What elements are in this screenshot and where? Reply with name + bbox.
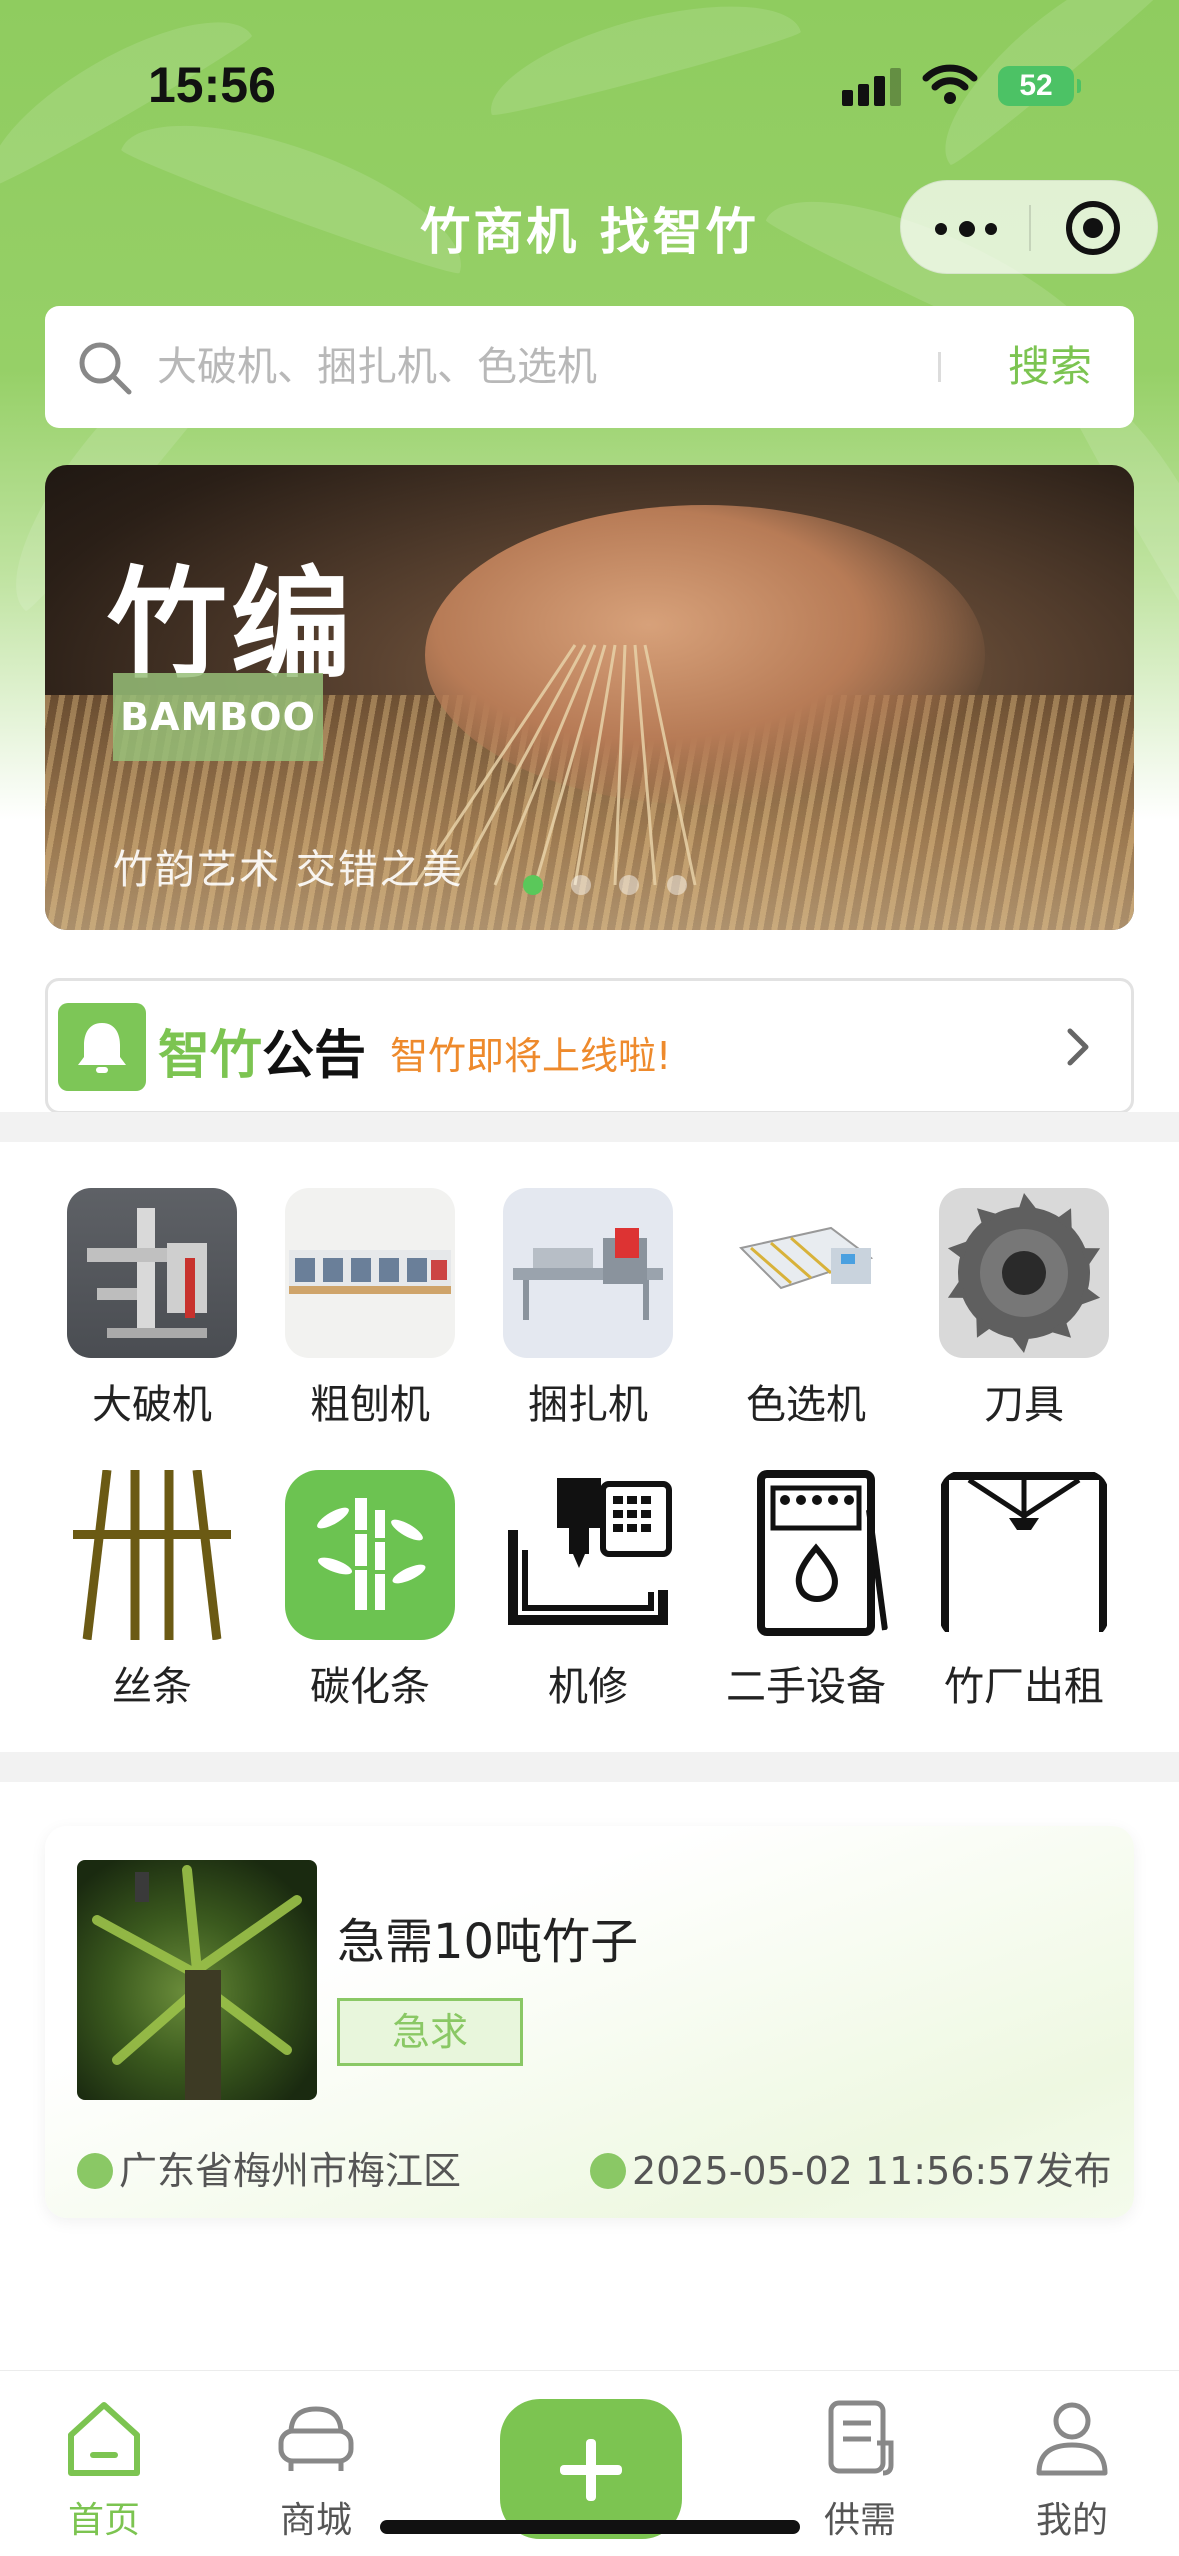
announcement-text: 智竹即将上线啦! — [390, 1034, 672, 1078]
category-label: 大破机 — [92, 1382, 212, 1428]
post-title: 急需10吨竹子 — [337, 1914, 639, 1970]
search-divider — [938, 352, 941, 382]
bundling-machine-icon — [503, 1188, 673, 1358]
carousel-dot[interactable] — [667, 875, 687, 895]
category-item[interactable]: 碳化条 — [270, 1470, 470, 1712]
tab-home[interactable]: 首页 — [24, 2393, 184, 2543]
carousel-dot[interactable] — [523, 875, 543, 895]
category-item[interactable]: 竹厂出租 — [924, 1470, 1124, 1712]
category-item[interactable]: 色选机 — [706, 1188, 906, 1430]
category-item[interactable]: 刀具 — [924, 1188, 1124, 1430]
category-item[interactable]: 机修 — [488, 1470, 688, 1712]
secondhand-equipment-icon — [721, 1470, 891, 1640]
category-item[interactable]: 丝条 — [52, 1470, 252, 1712]
user-icon — [1036, 2402, 1108, 2476]
category-item[interactable]: 大破机 — [52, 1188, 252, 1430]
post-time-text: 2025-05-02 11:56:57发布 — [632, 2149, 1112, 2193]
section-divider — [0, 1752, 1179, 1782]
category-item[interactable]: 捆扎机 — [488, 1188, 688, 1430]
rough-planer-machine-icon — [285, 1188, 455, 1358]
more-icon[interactable] — [931, 203, 1001, 253]
cnc-repair-icon — [503, 1470, 673, 1640]
bamboo-carbonized-icon — [285, 1470, 455, 1640]
category-label: 竹厂出租 — [944, 1664, 1104, 1710]
banner-carousel[interactable]: 竹编 BAMBOO 竹韵艺术 交错之美 — [45, 465, 1134, 930]
tab-label: 我的 — [1035, 2500, 1108, 2541]
chevron-right-icon — [1067, 1028, 1089, 1066]
category-item[interactable]: 二手设备 — [706, 1470, 906, 1712]
battery-level: 52 — [1019, 69, 1053, 102]
home-icon — [68, 2402, 140, 2476]
search-icon — [79, 342, 132, 395]
section-divider — [0, 1112, 1179, 1142]
home-indicator — [380, 2520, 800, 2534]
capsule-divider — [1029, 205, 1031, 251]
tab-supply-demand[interactable]: 供需 — [780, 2393, 940, 2543]
category-label: 色选机 — [746, 1382, 866, 1428]
post-location-text: 广东省梅州市梅江区 — [119, 2149, 462, 2193]
bell-icon — [58, 1003, 146, 1091]
search-input[interactable] — [157, 332, 957, 402]
tab-label: 商城 — [279, 2500, 352, 2541]
supply-demand-card[interactable]: 急需10吨竹子 急求 广东省梅州市梅江区 2025-05-02 11:56:57… — [45, 1826, 1134, 2218]
strips-icon — [67, 1470, 237, 1640]
search-bar: 搜索 — [45, 306, 1134, 428]
search-button[interactable]: 搜索 — [985, 332, 1115, 402]
banner-subtitle: 竹韵艺术 交错之美 — [113, 847, 464, 893]
category-label: 碳化条 — [310, 1664, 430, 1710]
post-time: 2025-05-02 11:56:57发布 — [590, 2140, 1112, 2195]
carousel-dot[interactable] — [571, 875, 591, 895]
post-thumbnail — [77, 1860, 317, 2100]
publish-button[interactable] — [500, 2399, 682, 2539]
category-item[interactable]: 粗刨机 — [270, 1188, 470, 1430]
mini-program-capsule — [900, 180, 1158, 274]
status-time: 15:56 — [148, 57, 276, 113]
bamboo-splitter-machine-icon — [67, 1188, 237, 1358]
sofa-icon — [278, 2406, 354, 2471]
cellular-signal-icon — [842, 66, 904, 106]
post-tag[interactable]: 急求 — [337, 1998, 523, 2066]
announcement-brand: 智竹公告 — [158, 1013, 366, 1088]
category-label: 刀具 — [984, 1382, 1064, 1428]
saw-blade-icon — [939, 1188, 1109, 1358]
document-icon — [828, 2400, 894, 2476]
category-label: 粗刨机 — [310, 1382, 430, 1428]
banner-badge: BAMBOO — [113, 673, 323, 761]
carousel-dot[interactable] — [619, 875, 639, 895]
clock-icon — [590, 2153, 626, 2189]
announcement-bar[interactable]: 智竹公告 智竹即将上线啦! — [45, 978, 1134, 1114]
factory-rent-icon — [939, 1470, 1109, 1640]
category-label: 二手设备 — [726, 1664, 886, 1710]
wifi-icon — [922, 64, 978, 104]
brand-black-text: 公告 — [262, 1026, 367, 1086]
close-target-icon[interactable] — [1066, 201, 1120, 255]
post-location: 广东省梅州市梅江区 — [77, 2140, 461, 2195]
color-sorter-machine-icon — [721, 1188, 891, 1358]
tab-label: 首页 — [67, 2500, 140, 2541]
tab-mall[interactable]: 商城 — [236, 2393, 396, 2543]
category-label: 捆扎机 — [528, 1382, 648, 1428]
category-label: 机修 — [548, 1664, 628, 1710]
tab-label: 供需 — [823, 2500, 896, 2541]
tab-profile[interactable]: 我的 — [992, 2393, 1152, 2543]
category-label: 丝条 — [112, 1664, 192, 1710]
location-pin-icon — [77, 2153, 113, 2189]
battery-icon: 52 — [998, 66, 1081, 106]
brand-green-text: 智竹 — [158, 1026, 263, 1086]
